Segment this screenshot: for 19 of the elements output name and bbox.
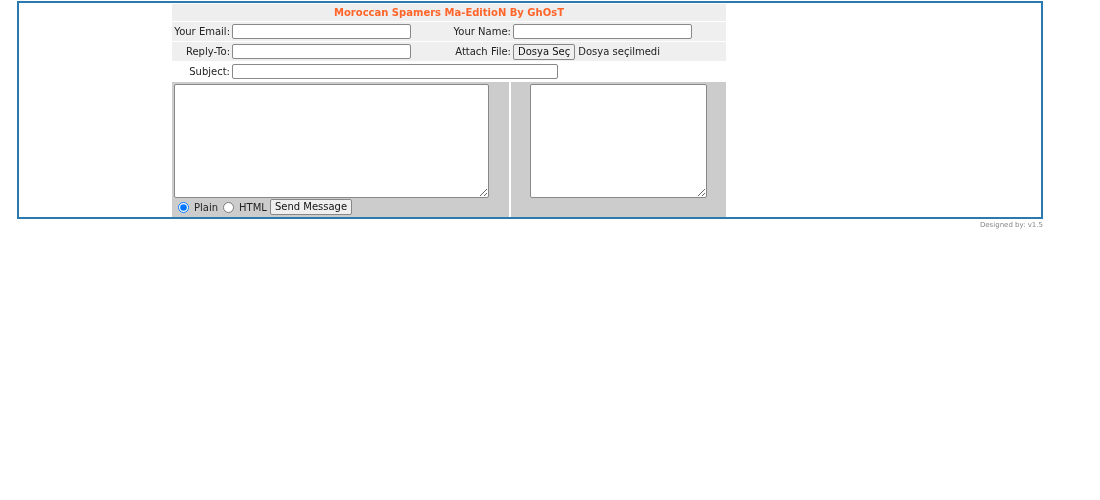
choose-file-button[interactable]: Dosya Seç (513, 43, 576, 60)
message-field[interactable] (174, 84, 489, 198)
file-status: Dosya seçilmedi (578, 46, 660, 57)
radio-button[interactable] (178, 201, 189, 213)
field-label: Subject: (188, 66, 230, 77)
send-button[interactable]: Send Message (269, 199, 353, 215)
field-label: Reply-To: (184, 46, 230, 57)
input-field[interactable] (232, 44, 411, 59)
field-label: Your Name: (452, 26, 511, 37)
field-label: Attach File: (454, 46, 511, 57)
input-field[interactable] (232, 24, 411, 39)
text-area-field[interactable] (530, 84, 707, 198)
input-field[interactable] (232, 64, 558, 79)
field-label: Your Email: (173, 26, 230, 37)
input-field[interactable] (513, 24, 692, 39)
radio-button[interactable] (223, 201, 235, 213)
form-title: Moroccan Spamers Ma-EditioN By GhOsT (172, 4, 726, 21)
radio-label: HTML (239, 201, 267, 213)
radio-label: Plain (194, 201, 219, 213)
